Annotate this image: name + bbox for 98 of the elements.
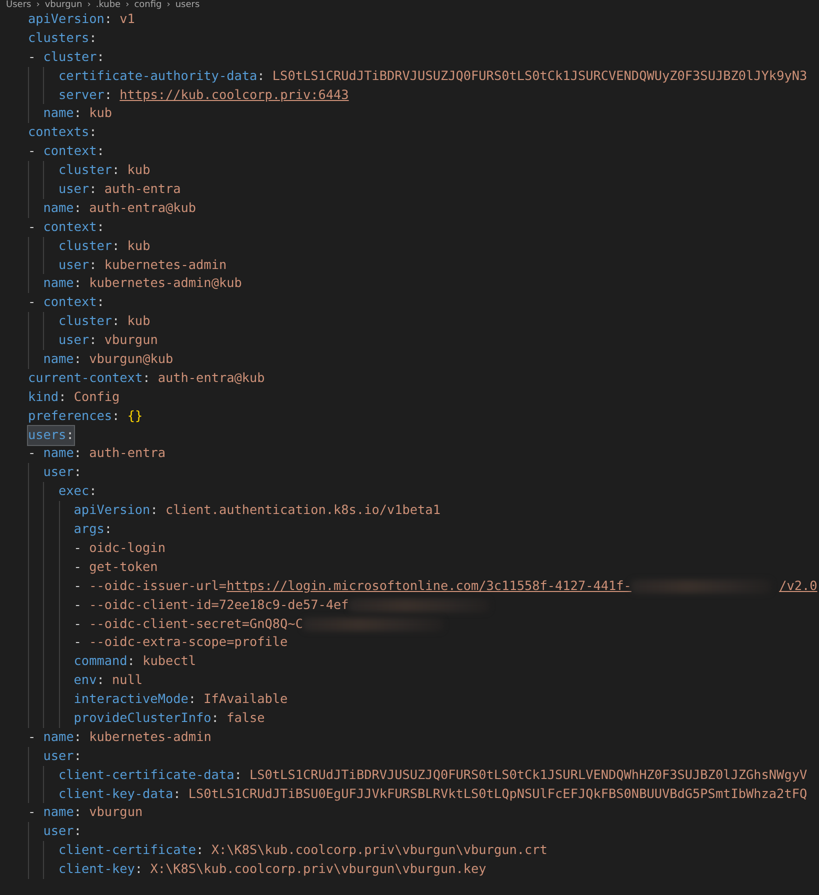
yaml-key: user:	[58, 180, 97, 199]
yaml-value: false	[226, 708, 265, 727]
url-link[interactable]: /v2.0	[779, 576, 818, 596]
list-dash: -	[28, 293, 36, 312]
yaml-key: name:	[43, 728, 82, 747]
yaml-key: name:	[43, 350, 82, 369]
yaml-value: kub	[127, 236, 150, 255]
yaml-key: contexts:	[28, 123, 97, 142]
yaml-key: cluster:	[58, 161, 120, 180]
yaml-value: IfAvailable	[204, 690, 288, 708]
yaml-key: user:	[43, 746, 82, 766]
yaml-key: client-key-data:	[58, 784, 181, 804]
list-dash: -	[28, 444, 36, 462]
list-dash: -	[28, 728, 36, 746]
yaml-value: null	[112, 671, 143, 690]
yaml-key: client-key:	[58, 860, 143, 879]
breadcrumb-item[interactable]: users	[175, 0, 200, 10]
yaml-key: cluster:	[58, 236, 120, 256]
breadcrumb-item[interactable]: Users	[6, 0, 32, 10]
yaml-value: kubernetes-admin@kub	[89, 274, 242, 292]
yaml-key: apiVersion:	[28, 10, 112, 29]
yaml-value: --oidc-extra-scope=profile	[89, 633, 288, 652]
yaml-key: client-certificate-data:	[58, 766, 242, 785]
yaml-value: vburgun	[89, 803, 143, 822]
yaml-key: name:	[43, 444, 82, 464]
breadcrumb-separator: ›	[166, 0, 170, 10]
list-dash: -	[74, 596, 82, 614]
breadcrumb-item[interactable]: vburgun	[44, 0, 82, 10]
list-dash: -	[74, 576, 82, 595]
yaml-value: kubernetes-admin	[104, 256, 227, 274]
yaml-value: --oidc-client-secret=GnQ8Q~C	[89, 614, 303, 632]
yaml-key: certificate-authority-data:	[58, 66, 265, 86]
yaml-key: args:	[74, 520, 112, 539]
yaml-key: client-certificate:	[58, 841, 204, 860]
yaml-value: v1	[120, 10, 135, 28]
yaml-value: --oidc-issuer-url=	[89, 576, 227, 595]
yaml-value: X:\K8S\kub.coolcorp.priv\vburgun\vburgun.crt	[211, 841, 548, 860]
list-dash: -	[28, 803, 36, 822]
yaml-value: kub	[127, 312, 150, 330]
yaml-value: get-token	[89, 558, 158, 576]
yaml-key: context:	[43, 218, 104, 237]
yaml-value: auth-entra@kub	[89, 198, 196, 217]
yaml-value: --oidc-client-id=72ee18c9-de57-4ef	[89, 596, 349, 614]
breadcrumb-separator: ›	[126, 0, 130, 10]
yaml-key: clusters:	[28, 28, 97, 48]
list-dash: -	[74, 614, 82, 632]
yaml-value: auth-entra@kub	[158, 368, 265, 387]
list-dash: -	[28, 142, 36, 160]
list-dash: -	[28, 48, 36, 66]
yaml-value: kub	[127, 161, 150, 180]
breadcrumb-separator: ›	[87, 0, 91, 10]
yaml-key: users:	[28, 426, 74, 444]
list-dash: -	[74, 633, 82, 652]
yaml-value: vburgun	[104, 331, 158, 350]
yaml-key: user:	[58, 331, 97, 350]
yaml-value: kub	[89, 104, 112, 122]
yaml-key: kind:	[28, 388, 66, 407]
yaml-key: name:	[43, 198, 82, 218]
yaml-key: env:	[74, 671, 104, 690]
yaml-key: cluster:	[43, 48, 104, 67]
empty-braces: {}	[127, 406, 143, 425]
list-dash: -	[28, 218, 36, 236]
yaml-key: name:	[43, 104, 82, 124]
url-link[interactable]: https://kub.coolcorp.priv:6443	[120, 86, 349, 104]
breadcrumb-item[interactable]: config	[134, 0, 162, 10]
yaml-value: LS0tLS1CRUdJTiBSU0EgUFJJVkFURSBLRVktLS0tLQpNSUlFcEFJQkFBS0NBUUVBdG5PSmtIbWhza2tFQ	[188, 784, 808, 803]
yaml-key: provideClusterInfo:	[74, 708, 219, 728]
yaml-key: context:	[43, 142, 104, 162]
breadcrumb-separator: ›	[36, 0, 40, 10]
list-dash: -	[74, 558, 82, 576]
breadcrumb-item[interactable]: .kube	[96, 0, 121, 10]
yaml-value: Config	[74, 388, 120, 406]
yaml-key: context:	[43, 293, 104, 312]
yaml-key: name:	[43, 803, 82, 822]
yaml-value: auth-entra	[104, 180, 181, 198]
list-dash: -	[74, 538, 82, 557]
yaml-key: exec:	[58, 482, 97, 502]
yaml-value: X:\K8S\kub.coolcorp.priv\vburgun\vburgun.key	[150, 860, 486, 878]
url-link[interactable]: https://login.microsoftonline.com/3c11558f-4127-441f-	[226, 576, 632, 596]
yaml-value: client.authentication.k8s.io/v1beta1	[165, 501, 440, 520]
yaml-value: kubectl	[142, 652, 196, 670]
yaml-key: preferences:	[28, 406, 120, 426]
yaml-key: user:	[43, 463, 82, 482]
yaml-key: user:	[43, 822, 82, 842]
yaml-value: auth-entra	[89, 444, 166, 462]
yaml-key: server:	[58, 86, 112, 104]
yaml-value: LS0tLS1CRUdJTiBDRVJUSUZJQ0FURS0tLS0tCk1JSURCVENDQWUyZ0F3SUJBZ0lJYk9yN3	[272, 66, 808, 85]
yaml-key: apiVersion:	[74, 501, 158, 520]
yaml-key: cluster:	[58, 312, 120, 332]
yaml-key: user:	[58, 256, 97, 274]
yaml-key: command:	[74, 652, 135, 672]
yaml-value: LS0tLS1CRUdJTiBDRVJUSUZJQ0FURS0tLS0tCk1JSURLVENDQWhHZ0F3SUJBZ0lJZGhsNWgyV	[250, 766, 808, 784]
yaml-key: name:	[43, 274, 82, 294]
yaml-key: interactiveMode:	[74, 690, 196, 709]
yaml-value: kubernetes-admin	[89, 728, 212, 746]
yaml-key: current-context:	[28, 368, 150, 388]
yaml-value: oidc-login	[89, 538, 166, 557]
yaml-value: vburgun@kub	[89, 350, 174, 368]
